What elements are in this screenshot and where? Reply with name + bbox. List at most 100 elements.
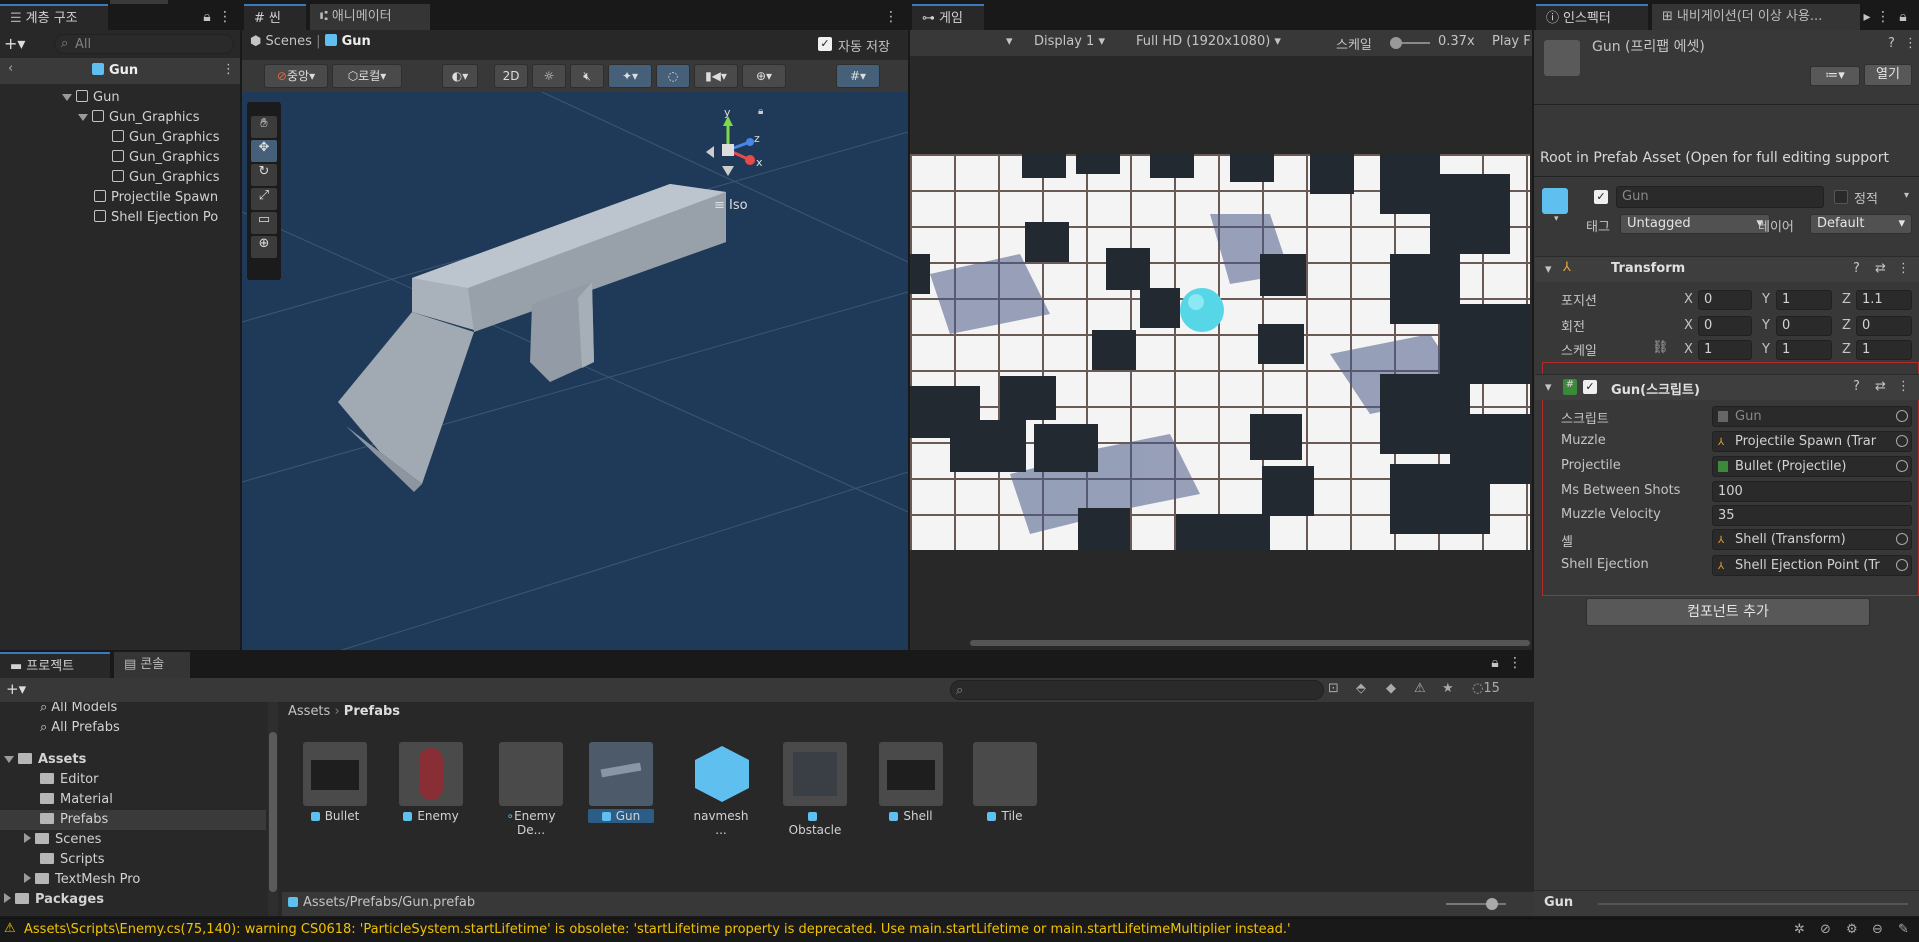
add-component-button[interactable]: 컴포넌트 추가 <box>1586 598 1870 626</box>
muzzle-velocity-field[interactable]: 35 <box>1712 505 1912 526</box>
status-message[interactable]: Assets\Scripts\Enemy.cs(75,140): warning… <box>24 922 1291 937</box>
asset-shell[interactable]: Shell <box>878 742 944 823</box>
create-icon[interactable]: +▾ <box>6 680 26 698</box>
tree-textmesh-pro[interactable]: TextMesh Pro <box>24 870 140 890</box>
expand-icon[interactable] <box>24 833 31 843</box>
pivot-dropdown[interactable]: ⊘중앙▾ <box>264 64 328 88</box>
expand-icon[interactable] <box>78 114 88 121</box>
rect-tool-icon[interactable]: ▭ <box>251 212 277 234</box>
name-field[interactable]: Gun <box>1616 186 1824 208</box>
debug-icon[interactable]: ✲ <box>1794 922 1805 937</box>
status-bar[interactable]: ⚠ Assets\Scripts\Enemy.cs(75,140): warni… <box>0 918 1919 942</box>
hierarchy-item-gun-graphics-child[interactable]: Gun_Graphics <box>112 148 219 168</box>
asset-tile[interactable]: Tile <box>972 742 1038 823</box>
grid-snap-dropdown[interactable]: #▾ <box>836 64 880 88</box>
scene-viewport[interactable]: y z x 🔒︎ ≡ Iso ✋︎ ✥ ↻ ⤢ ▭ ⊕ <box>242 92 908 650</box>
add-icon[interactable]: +▾ <box>4 34 25 53</box>
rotation-z-field[interactable]: 0 <box>1856 316 1912 336</box>
effects-dropdown[interactable]: ✦▾ <box>608 64 652 88</box>
collapse-icon[interactable]: ▾ <box>1545 262 1552 277</box>
draw-mode-dropdown[interactable]: ◐▾ <box>442 64 478 88</box>
lighting-toggle[interactable]: ☼ <box>532 64 566 88</box>
tab-console[interactable]: ▤ 콘솔 <box>114 652 190 678</box>
orientation-gizmo[interactable]: y z x <box>692 106 772 192</box>
expand-icon[interactable] <box>4 893 11 903</box>
help-icon[interactable]: ? <box>1888 36 1895 51</box>
hierarchy-item-shell-ejection[interactable]: Shell Ejection Po <box>94 208 240 228</box>
component-menu-icon[interactable]: ⋮ <box>1897 379 1910 394</box>
preset-icon[interactable]: ⇄ <box>1875 261 1886 276</box>
rotation-x-field[interactable]: 0 <box>1698 316 1752 336</box>
space-dropdown[interactable]: ⬡로컬▾ <box>332 64 402 88</box>
project-lock-icon[interactable]: 🔒︎ <box>1488 654 1502 672</box>
object-picker-icon[interactable] <box>1896 559 1908 571</box>
favorite-icon[interactable]: ★ <box>1442 681 1454 696</box>
mode-2d-toggle[interactable]: 2D <box>494 64 528 88</box>
settings-icon[interactable]: ⚙ <box>1846 922 1858 937</box>
asset-bullet[interactable]: Bullet <box>302 742 368 823</box>
display-dropdown[interactable]: Display 1 ▾ <box>1034 34 1105 49</box>
object-picker-icon[interactable] <box>1896 460 1908 472</box>
asset-obstacle[interactable]: Obstacle <box>782 742 848 837</box>
enabled-checkbox[interactable]: ✓ <box>1583 380 1597 394</box>
preset-icon[interactable]: ⇄ <box>1875 379 1886 394</box>
label-filter-icon[interactable]: ◆ <box>1386 681 1396 696</box>
help-icon[interactable]: ? <box>1853 379 1860 394</box>
tab-navigation[interactable]: ⊞ 내비게이션(더 이상 사용... <box>1652 4 1860 30</box>
collapse-icon[interactable]: ▾ <box>1545 380 1552 395</box>
expand-icon[interactable] <box>24 873 31 883</box>
position-x-field[interactable]: 0 <box>1698 290 1752 310</box>
game-horizontal-scrollbar[interactable] <box>970 640 1530 646</box>
ms-between-shots-field[interactable]: 100 <box>1712 481 1912 502</box>
tab-game[interactable]: ⊶ 게임 <box>912 4 984 30</box>
tree-scrollbar-thumb[interactable] <box>269 732 277 892</box>
audio-toggle[interactable]: 🔇︎ <box>570 64 604 88</box>
static-checkbox[interactable] <box>1834 190 1848 204</box>
slider-handle[interactable] <box>1486 898 1498 910</box>
transform-header[interactable]: ▾ ⅄ Transform ? ⇄ ⋮ <box>1535 256 1919 282</box>
rotate-tool-icon[interactable]: ↻ <box>251 164 277 186</box>
asset-labels-dropdown[interactable]: ≔▾ <box>1810 66 1860 86</box>
breadcrumb-assets[interactable]: Assets <box>288 704 330 719</box>
autosave-toggle[interactable]: ✓ 자동 저장 <box>818 36 890 55</box>
camera-dropdown[interactable]: ▮◀▾ <box>694 64 738 88</box>
inspector-more-icon[interactable]: ⋮ <box>1876 8 1890 26</box>
checkbox-icon[interactable]: ✓ <box>818 37 832 51</box>
rotation-y-field[interactable]: 0 <box>1776 316 1832 336</box>
scale-z-field[interactable]: 1 <box>1856 340 1912 360</box>
open-button[interactable]: 열기 <box>1864 64 1912 86</box>
play-focused-dropdown[interactable]: Play F <box>1492 34 1531 49</box>
back-chevron-icon[interactable]: ‹ <box>8 61 13 76</box>
scale-slider-handle[interactable] <box>1390 37 1402 49</box>
breadcrumb-scenes[interactable]: Scenes <box>266 34 312 49</box>
shell-field[interactable]: ⅄ Shell (Transform) <box>1712 529 1912 550</box>
expand-icon[interactable] <box>62 94 72 101</box>
inspector-lock-icon[interactable]: 🔒︎ <box>1896 8 1910 26</box>
game-view-dropdown-icon[interactable]: ▾ <box>1006 34 1013 49</box>
tab-scroll-right-icon[interactable]: ▸ <box>1860 8 1874 26</box>
position-z-field[interactable]: 1.1 <box>1856 290 1912 310</box>
active-checkbox[interactable]: ✓ <box>1594 190 1608 204</box>
object-picker-icon[interactable] <box>1896 533 1908 545</box>
tab-inspector[interactable]: ⓘ 인스펙터 <box>1536 4 1648 30</box>
asset-gun[interactable]: Gun <box>588 742 654 823</box>
tree-packages[interactable]: Packages <box>4 890 104 910</box>
project-search-input[interactable]: ⌕ <box>950 680 1324 700</box>
tree-all-models[interactable]: ⌕ All Models <box>40 702 117 718</box>
resolution-dropdown[interactable]: Full HD (1920x1080) ▾ <box>1136 34 1281 49</box>
asset-menu-icon[interactable]: ⋮ <box>1904 36 1917 51</box>
hidden-packages-toggle[interactable]: ◌15 <box>1472 681 1500 696</box>
static-dropdown-icon[interactable]: ▾ <box>1904 190 1909 201</box>
more-menu-icon[interactable]: ⋮ <box>218 8 232 26</box>
lock-icon[interactable]: 🔒︎ <box>200 8 214 26</box>
position-y-field[interactable]: 1 <box>1776 290 1832 310</box>
breadcrumb-gun[interactable]: Gun <box>342 34 371 49</box>
visibility-toggle[interactable]: ◌ <box>656 64 690 88</box>
tree-editor[interactable]: Editor <box>40 770 98 790</box>
preview-divider[interactable] <box>1598 903 1908 905</box>
project-more-icon[interactable]: ⋮ <box>1508 654 1522 672</box>
tree-all-prefabs[interactable]: ⌕ All Prefabs <box>40 718 120 738</box>
scene-more-icon[interactable]: ⋮ <box>884 8 898 26</box>
scale-x-field[interactable]: 1 <box>1698 340 1752 360</box>
asset-enemy[interactable]: Enemy <box>398 742 464 823</box>
